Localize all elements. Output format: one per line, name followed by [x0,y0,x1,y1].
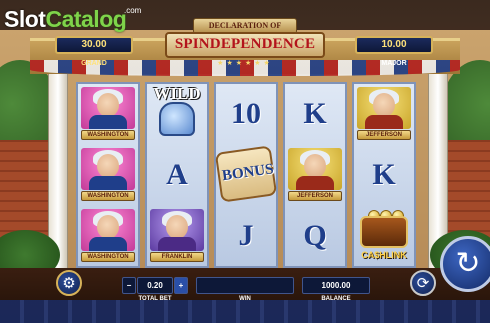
reel-3-symbol-2: BONUS [214,145,278,205]
major-jackpot-label: MAJOR [381,60,407,67]
autoplay-button[interactable]: ⟳ [410,270,436,296]
autoplay-icon: ⟳ [416,274,430,292]
reel-5-symbol-3: CA$HLINK [354,206,414,266]
cashlink-label: CA$HLINK [361,250,407,260]
logo-slot-text: Slot [4,6,46,32]
reel-3-symbol-3: J [216,206,276,266]
cashlink-symbol: CA$HLINK [354,206,414,266]
portrait-coat [89,237,127,251]
grand-jackpot-label: GRAND [81,60,107,67]
win-value [196,277,294,294]
portrait-face [304,154,326,178]
reel-5-symbol-1: JEFFERSON [354,84,414,144]
portrait-nameplate: WASHINGTON [81,130,135,140]
logo-com-text: .com [124,6,142,15]
reel-4-symbol-3: Q [285,206,345,266]
game-title-banner: DECLARATION OF SPINDEPENDENCE ★★★★★★ [165,18,325,70]
card-symbol: J [238,219,254,252]
settings-button[interactable]: ⚙ [56,270,82,296]
spin-icon: ↻ [455,246,481,281]
reel-2-symbol-2: A [147,145,207,205]
control-bar-pattern [0,300,490,323]
treasure-chest-icon [360,216,408,248]
balance-label: BALANCE [321,296,351,302]
balance-value: 1000.00 [302,277,370,294]
portrait-face [166,215,188,239]
portrait-nameplate: FRANKLIN [150,252,204,262]
portrait-coat [296,176,334,190]
bet-decrease-button[interactable]: − [122,277,136,294]
portrait-art [357,87,411,129]
portrait-art [150,209,204,251]
major-jackpot-value: 10.00 [355,36,433,54]
portrait-face [97,154,119,178]
total-bet-value: 0.20 [137,277,173,294]
portrait-coat [89,176,127,190]
scroll-icon: BONUS [214,145,278,203]
bonus-label: BONUS [221,161,275,185]
reel-1-symbol-1: WASHINGTON [78,84,138,144]
portrait-coat [89,115,127,129]
reel-1: WASHINGTON WASHINGTON WASHINGTON [76,82,140,268]
card-symbol: A [166,158,188,191]
portrait-face [373,93,395,117]
game-scene: SlotCatalog .com 30.00 GRAND 10.00 MAJOR… [0,0,490,323]
title-stars: ★★★★★★ [217,59,273,67]
total-bet-label: TOTAL BET [138,296,172,302]
card-symbol: K [303,97,327,130]
portrait-art [81,87,135,129]
card-symbol: 10 [231,97,261,130]
card-symbol: K [372,158,396,191]
reel-2-symbol-3: FRANKLIN [147,206,207,266]
card-symbol: Q [303,219,327,252]
portrait-art [288,148,342,190]
portrait-art [81,148,135,190]
spin-button[interactable]: ↻ [440,236,490,292]
gear-icon: ⚙ [62,274,76,292]
portrait-coat [158,237,196,251]
portrait-nameplate: WASHINGTON [81,252,135,262]
game-title-main: SPINDEPENDENCE [165,32,325,58]
grand-jackpot-value: 30.00 [55,36,133,54]
win-label: WIN [239,296,251,302]
portrait-nameplate: JEFFERSON [288,191,342,201]
wild-label: WILD [153,84,201,103]
reel-4-symbol-2: JEFFERSON [285,145,345,205]
portrait-nameplate: WASHINGTON [81,191,135,201]
portrait-face [97,215,119,239]
reel-4-symbol-1: K [285,84,345,144]
bet-increase-button[interactable]: + [174,277,188,294]
reel-2-symbol-1: WILD [147,84,207,144]
background-brick-left [0,140,55,240]
portrait-nameplate: JEFFERSON [357,130,411,140]
reel-1-symbol-3: WASHINGTON [78,206,138,266]
reel-3-symbol-1: 10 [216,84,276,144]
liberty-bell-icon [159,102,195,136]
reel-5: JEFFERSON K CA$HLINK [352,82,416,268]
reel-1-symbol-2: WASHINGTON [78,145,138,205]
reel-grid: WASHINGTON WASHINGTON WASHINGTON WILD A FRAN… [76,82,416,268]
portrait-face [97,93,119,117]
portrait-art [81,209,135,251]
logo-catalog-text: Catalog [45,6,127,32]
reel-5-symbol-2: K [354,145,414,205]
reel-3: 10 BONUS J [214,82,278,268]
reel-4: K JEFFERSON Q [283,82,347,268]
slotcatalog-logo: SlotCatalog [4,6,127,32]
portrait-coat [365,115,403,129]
reel-2: WILD A FRANKLIN [145,82,209,268]
